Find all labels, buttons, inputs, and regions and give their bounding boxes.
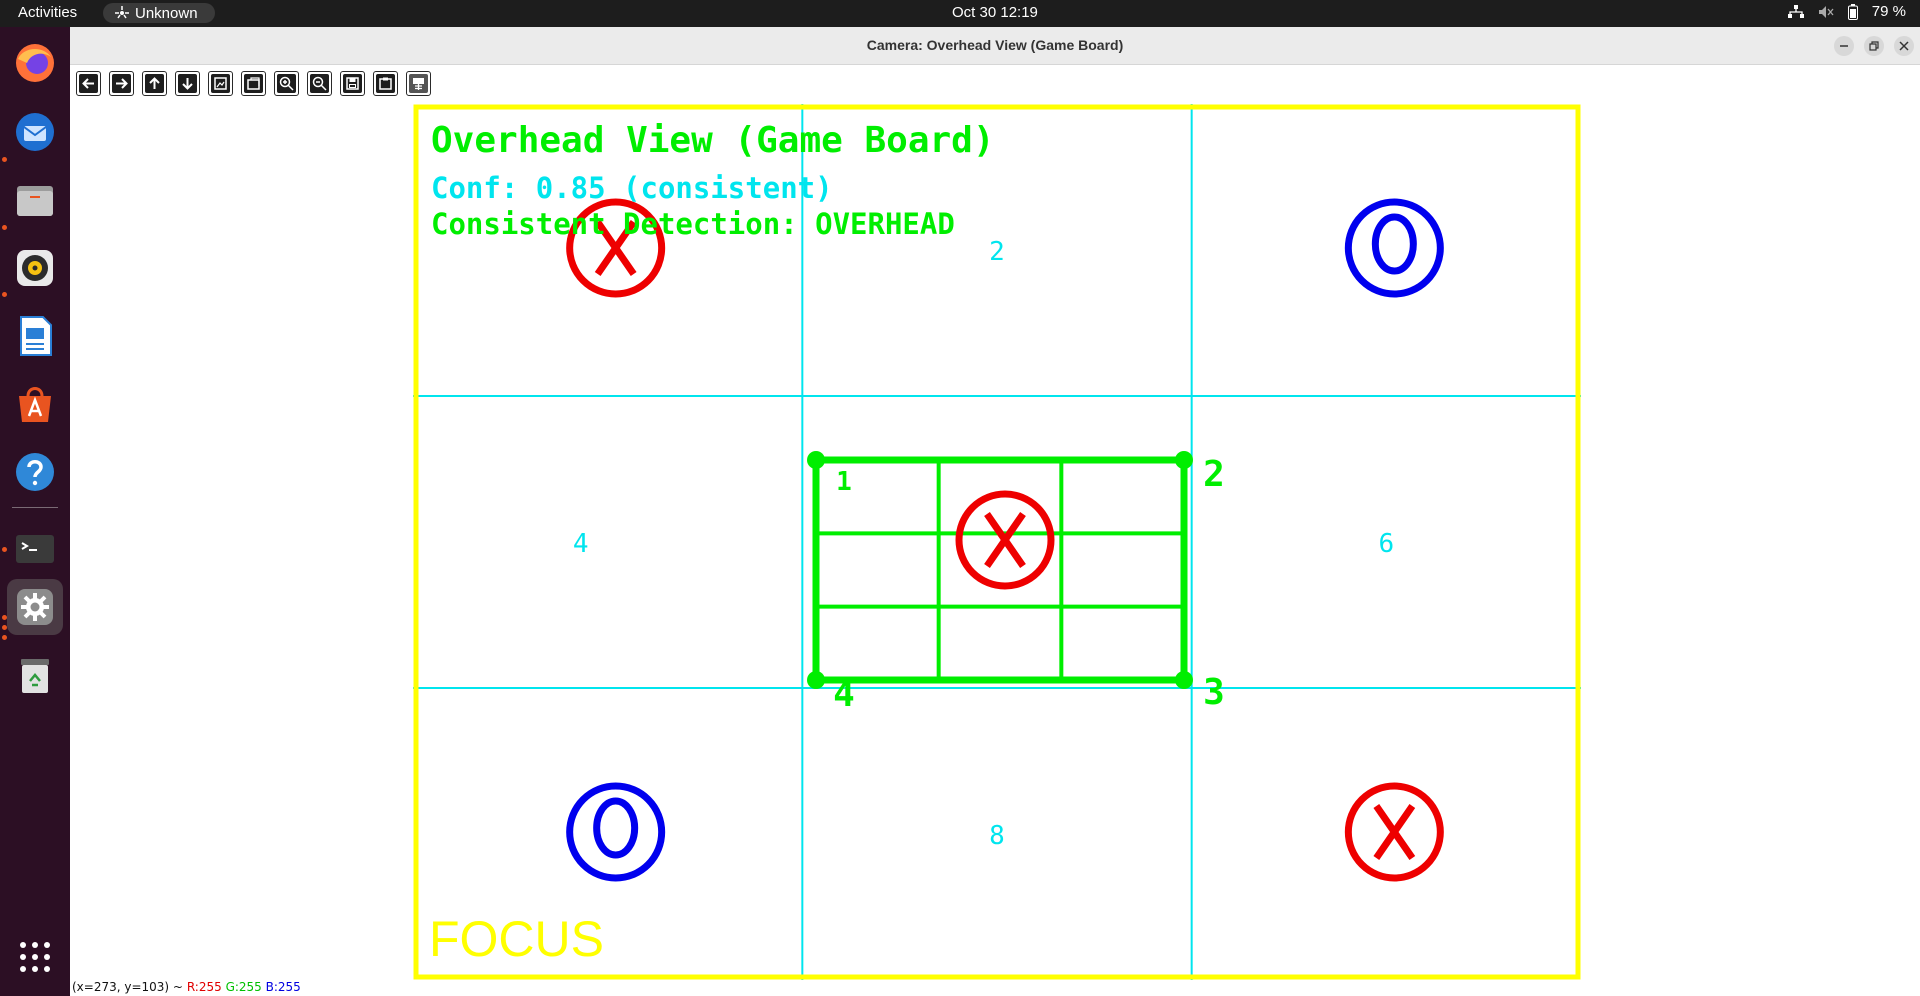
app-center-icon (19, 387, 51, 422)
cell-label: 4 (573, 529, 589, 559)
dock-item-settings[interactable] (7, 579, 63, 635)
pan-left-button[interactable] (76, 71, 101, 96)
properties-button[interactable] (406, 71, 431, 96)
maximize-button[interactable] (1864, 36, 1884, 56)
dock-item-trash[interactable] (7, 647, 63, 703)
settings-icon (17, 589, 53, 625)
minimize-icon (1840, 45, 1848, 47)
board-corner-point (807, 671, 825, 689)
pixel-red: R:255 (186, 980, 222, 994)
pixel-green: G:255 (225, 980, 262, 994)
zoom-original-button[interactable] (241, 71, 266, 96)
window-titlebar[interactable]: Camera: Overhead View (Game Board) (70, 27, 1920, 65)
close-button[interactable] (1894, 36, 1914, 56)
save-image-button[interactable] (340, 71, 365, 96)
thunderbird-icon (16, 113, 54, 151)
trash-icon (21, 659, 49, 693)
cell-label: 8 (989, 821, 1005, 851)
camera-image[interactable]: 2 4 6 8 1 2 3 4 Overhead View (Game Board) Con… (413, 104, 1581, 980)
terminal-icon (16, 535, 54, 563)
volume-muted-icon (1818, 5, 1834, 18)
zoom-original-icon (247, 77, 260, 90)
save-icon (346, 77, 359, 90)
camera-window: Camera: Overhead View (Game Board) 2 4 6… (70, 27, 1920, 996)
dock-item-terminal[interactable] (7, 521, 63, 577)
pan-down-button[interactable] (175, 71, 200, 96)
restore-icon (1869, 41, 1879, 51)
board-corner-point (807, 451, 825, 469)
firefox-icon (16, 44, 54, 82)
cursor-coords: (x=273, y=103) ~ (72, 980, 183, 994)
zoom-in-icon (279, 76, 294, 91)
app-menu[interactable]: Unknown (103, 3, 215, 23)
overlay-focus: FOCUS (429, 911, 604, 967)
writer-icon (20, 316, 52, 356)
dock (0, 27, 70, 996)
zoom-fit-button[interactable] (208, 71, 233, 96)
cell-label: 6 (1379, 529, 1395, 559)
status-bar: (x=273, y=103) ~ R:255 G:255 B:255 (72, 980, 301, 994)
image-toolbar (76, 71, 431, 96)
zoom-out-icon (312, 76, 327, 91)
apps-grid-icon (20, 942, 50, 972)
board-corner-point (1175, 671, 1193, 689)
dock-item-app-grid[interactable] (7, 929, 63, 985)
close-icon (1899, 41, 1909, 51)
corner-label: 1 (836, 467, 852, 497)
zoom-fit-icon (214, 77, 227, 90)
copy-icon (379, 77, 392, 90)
arrow-left-icon (82, 78, 94, 89)
window-title: Camera: Overhead View (Game Board) (866, 37, 1124, 53)
pixel-blue: B:255 (265, 980, 301, 994)
properties-icon (413, 78, 424, 90)
dock-item-rhythmbox[interactable] (7, 240, 63, 296)
activities-button[interactable]: Activities (18, 4, 77, 21)
dock-item-thunderbird[interactable] (7, 104, 63, 160)
cell-label: 2 (989, 237, 1005, 267)
dock-item-files[interactable] (7, 172, 63, 228)
overlay-detection: Consistent Detection: OVERHEAD (431, 207, 955, 241)
battery-icon (1847, 3, 1858, 20)
help-icon (16, 453, 54, 491)
arrow-right-icon (116, 78, 128, 89)
overlay-title: Overhead View (Game Board) (431, 120, 995, 161)
app-name: Unknown (135, 4, 198, 22)
copy-image-button[interactable] (373, 71, 398, 96)
rhythmbox-icon (17, 250, 53, 286)
zoom-in-button[interactable] (274, 71, 299, 96)
corner-label: 4 (833, 674, 855, 715)
pan-right-button[interactable] (109, 71, 134, 96)
dock-item-firefox[interactable] (7, 35, 63, 91)
dock-item-writer[interactable] (7, 308, 63, 364)
pan-up-button[interactable] (142, 71, 167, 96)
arrow-up-icon (149, 77, 160, 89)
app-indicator-icon (115, 6, 129, 19)
clock[interactable]: Oct 30 12:19 (952, 4, 1038, 21)
system-tray[interactable]: 79 % (1787, 3, 1906, 20)
minimize-button[interactable] (1834, 36, 1854, 56)
corner-label: 3 (1203, 672, 1225, 713)
overlay-confidence: Conf: 0.85 (consistent) (431, 171, 833, 205)
dock-separator (12, 507, 58, 508)
dock-item-app-center[interactable] (7, 376, 63, 432)
battery-percent: 79 % (1871, 3, 1906, 20)
arrow-down-icon (182, 78, 193, 90)
board-corner-point (1175, 451, 1193, 469)
corner-label: 2 (1203, 454, 1225, 495)
top-bar: Activities Unknown Oct 30 12:19 79 % (0, 0, 1920, 27)
network-icon (1787, 4, 1804, 18)
files-icon (17, 186, 53, 216)
zoom-out-button[interactable] (307, 71, 332, 96)
dock-item-help[interactable] (7, 444, 63, 500)
